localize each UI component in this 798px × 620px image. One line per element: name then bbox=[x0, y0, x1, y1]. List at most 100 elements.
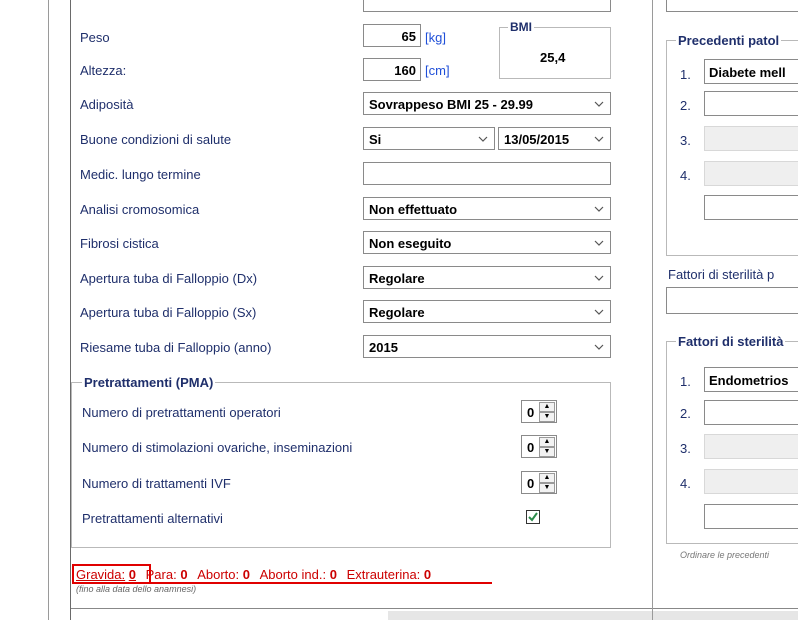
check-icon bbox=[528, 512, 538, 522]
precedenti-title: Precedenti patol bbox=[676, 33, 782, 48]
chevron-down-icon bbox=[594, 204, 604, 214]
tuba-dx-select[interactable]: Regolare bbox=[363, 266, 611, 289]
peso-input[interactable]: 65 bbox=[363, 24, 421, 47]
pretrattamenti-row-label: Numero di stimolazioni ovariche, insemin… bbox=[82, 440, 353, 455]
extrauterina-label: Extrauterina: bbox=[346, 567, 421, 582]
fattori-value: Endometrios bbox=[709, 373, 789, 388]
precedenti-num: 3. bbox=[680, 133, 691, 148]
chevron-down-icon bbox=[594, 238, 604, 248]
fattori-num: 4. bbox=[680, 476, 691, 491]
bmi-label: BMI bbox=[508, 20, 534, 34]
fattori-field-1[interactable]: Endometrios bbox=[704, 367, 798, 392]
riesame-value: 2015 bbox=[369, 340, 398, 355]
fattori-num: 3. bbox=[680, 441, 691, 456]
bmi-value: 25,4 bbox=[540, 50, 566, 65]
pretrattamenti-row-label: Numero di pretrattamenti operatori bbox=[82, 405, 281, 420]
medic-label: Medic. lungo termine bbox=[80, 167, 201, 182]
toolbar-buttons bbox=[388, 611, 798, 620]
fibrosi-label: Fibrosi cistica bbox=[80, 236, 159, 251]
precedenti-field-3[interactable] bbox=[704, 126, 798, 151]
precedenti-field-4[interactable] bbox=[704, 161, 798, 186]
alternativi-label: Pretrattamenti alternativi bbox=[82, 511, 223, 526]
chevron-down-icon bbox=[594, 99, 604, 109]
chevron-down-icon bbox=[594, 307, 604, 317]
aborto-ind-label: Aborto ind.: bbox=[259, 567, 327, 582]
stepper-value: 0 bbox=[527, 476, 535, 491]
peso-label: Peso bbox=[80, 30, 110, 45]
aborto-value: 0 bbox=[242, 567, 250, 582]
altezza-unit: [cm] bbox=[425, 63, 450, 78]
tuba-dx-label: Apertura tuba di Falloppio (Dx) bbox=[80, 271, 258, 286]
precedenti-add-field[interactable] bbox=[704, 195, 798, 220]
fattori-num: 1. bbox=[680, 374, 691, 389]
stepper-up-button[interactable]: ▲ bbox=[539, 437, 555, 447]
peso-unit: [kg] bbox=[425, 30, 446, 45]
medic-input[interactable] bbox=[363, 162, 611, 185]
analisi-select[interactable]: Non effettuato bbox=[363, 197, 611, 220]
adiposita-value: Sovrappeso BMI 25 - 29.99 bbox=[369, 97, 534, 112]
precedenti-value: Diabete mell bbox=[709, 65, 786, 80]
precedenti-field-1[interactable]: Diabete mell bbox=[704, 59, 798, 84]
stepper-up-button[interactable]: ▲ bbox=[539, 402, 555, 412]
riesame-select[interactable]: 2015 bbox=[363, 335, 611, 358]
panel-separator bbox=[652, 0, 653, 620]
chevron-down-icon bbox=[594, 134, 604, 144]
buone-condizioni-date[interactable]: 13/05/2015 bbox=[498, 127, 611, 150]
buone-condizioni-label: Buone condizioni di salute bbox=[80, 132, 232, 147]
precedenti-num: 1. bbox=[680, 67, 691, 82]
bottom-toolbar-divider bbox=[71, 608, 798, 609]
pretrattamenti-title: Pretrattamenti (PMA) bbox=[82, 375, 216, 390]
alternativi-checkbox[interactable] bbox=[526, 510, 540, 524]
summary-underline bbox=[151, 582, 492, 584]
buone-condizioni-select[interactable]: Si bbox=[363, 127, 495, 150]
fattori-title: Fattori di sterilità bbox=[676, 334, 786, 349]
fattori-field-4[interactable] bbox=[704, 469, 798, 494]
analisi-value: Non effettuato bbox=[369, 202, 458, 217]
fibrosi-value: Non eseguito bbox=[369, 236, 452, 251]
fibrosi-select[interactable]: Non eseguito bbox=[363, 231, 611, 254]
stepper-down-button[interactable]: ▼ bbox=[539, 412, 555, 422]
fattori-field-3[interactable] bbox=[704, 434, 798, 459]
altezza-value: 160 bbox=[394, 63, 416, 78]
gravida-highlight bbox=[72, 564, 151, 584]
stepper-down-button[interactable]: ▼ bbox=[539, 483, 555, 493]
precedenti-num: 4. bbox=[680, 168, 691, 183]
top-field-remnant bbox=[363, 0, 611, 12]
tuba-sx-label: Apertura tuba di Falloppio (Sx) bbox=[80, 305, 257, 320]
stimolazioni-stepper[interactable]: 0 ▲ ▼ bbox=[521, 435, 557, 458]
altezza-label: Altezza: bbox=[80, 63, 127, 78]
stepper-value: 0 bbox=[527, 440, 535, 455]
buone-condizioni-date-value: 13/05/2015 bbox=[504, 132, 570, 147]
stepper-up-button[interactable]: ▲ bbox=[539, 473, 555, 483]
adiposita-label: Adiposità bbox=[80, 97, 134, 112]
tuba-dx-value: Regolare bbox=[369, 271, 425, 286]
stepper-value: 0 bbox=[527, 405, 535, 420]
buone-condizioni-value: Si bbox=[369, 132, 382, 147]
precedenti-field-2[interactable] bbox=[704, 91, 798, 116]
stepper-down-button[interactable]: ▼ bbox=[539, 447, 555, 457]
analisi-label: Analisi cromosomica bbox=[80, 202, 200, 217]
fattori-num: 2. bbox=[680, 406, 691, 421]
aborto-ind-value: 0 bbox=[329, 567, 337, 582]
chevron-down-icon bbox=[594, 273, 604, 283]
fattori-p-field[interactable] bbox=[666, 287, 798, 314]
riesame-label: Riesame tuba di Falloppio (anno) bbox=[80, 340, 272, 355]
tuba-sx-value: Regolare bbox=[369, 305, 425, 320]
summary-note: (fino alla data dello anamnesi) bbox=[76, 584, 197, 594]
chevron-down-icon bbox=[478, 134, 488, 144]
top-right-field-remnant bbox=[666, 0, 798, 12]
ivf-stepper[interactable]: 0 ▲ ▼ bbox=[521, 471, 557, 494]
precedenti-num: 2. bbox=[680, 98, 691, 113]
altezza-input[interactable]: 160 bbox=[363, 58, 421, 81]
fattori-p-label: Fattori di sterilità p bbox=[668, 267, 775, 282]
para-value: 0 bbox=[180, 567, 188, 582]
fattori-add-field[interactable] bbox=[704, 504, 798, 529]
window-left-border bbox=[48, 0, 49, 620]
tuba-sx-select[interactable]: Regolare bbox=[363, 300, 611, 323]
aborto-label: Aborto: bbox=[197, 567, 240, 582]
fattori-field-2[interactable] bbox=[704, 400, 798, 425]
ordinare-note: Ordinare le precedenti bbox=[680, 550, 770, 560]
pretrattamenti-operatori-stepper[interactable]: 0 ▲ ▼ bbox=[521, 400, 557, 423]
extrauterina-value: 0 bbox=[423, 567, 432, 582]
adiposita-select[interactable]: Sovrappeso BMI 25 - 29.99 bbox=[363, 92, 611, 115]
